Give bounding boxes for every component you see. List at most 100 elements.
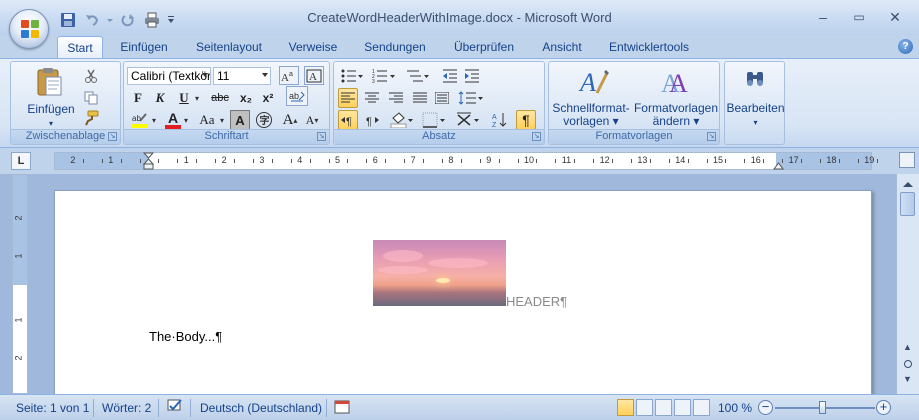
justify-icon[interactable] (410, 88, 430, 108)
shrink-font-button[interactable]: A ▾ (302, 110, 322, 130)
group-editing[interactable]: Bearbeiten ▾ (724, 61, 785, 145)
tab-einfuegen[interactable]: Einfügen (113, 36, 175, 58)
next-page-icon[interactable]: ▼ (903, 374, 912, 384)
bold-button[interactable]: F (128, 88, 148, 108)
font-color-button[interactable]: A (162, 110, 184, 130)
select-browse-object-icon[interactable] (904, 360, 912, 368)
show-formatting-button[interactable]: ¶ (516, 110, 536, 130)
clipboard-launcher-icon[interactable]: ↘ (108, 132, 117, 141)
underline-dropdown-icon[interactable]: ▾ (192, 88, 202, 108)
document-page[interactable]: HEADER¶ The·Body...¶ (54, 190, 872, 394)
zoom-slider-thumb[interactable] (819, 401, 826, 414)
italic-button[interactable]: K (150, 88, 170, 108)
underline-button[interactable]: U (174, 88, 194, 108)
increase-indent-icon[interactable] (462, 66, 482, 86)
subscript-button[interactable]: x₂ (236, 88, 256, 108)
editing-button[interactable]: Bearbeiten ▾ (725, 102, 786, 129)
web-layout-icon[interactable] (655, 399, 672, 416)
office-button[interactable] (9, 9, 49, 49)
shading-icon[interactable] (388, 110, 416, 130)
character-shading-icon[interactable]: A (230, 110, 250, 130)
strikethrough-button[interactable]: abc (208, 88, 232, 108)
vertical-ruler[interactable]: 2 1 1 2 (12, 174, 28, 394)
line-spacing-icon[interactable] (456, 88, 486, 108)
draft-view-icon[interactable] (693, 399, 710, 416)
borders-icon[interactable] (420, 110, 448, 130)
ruler-tick (404, 159, 406, 163)
horizontal-ruler[interactable]: 2 1 1 2 3 4 5 6 7 8 9 10 11 12 13 14 15 16 17 18 19 (54, 152, 878, 171)
grow-font-button[interactable]: A ▴ (280, 110, 300, 130)
word-count[interactable]: Wörter: 2 (102, 401, 151, 415)
tab-sendungen[interactable]: Sendungen (358, 36, 432, 58)
outline-view-icon[interactable] (674, 399, 691, 416)
tab-ansicht[interactable]: Ansicht (536, 36, 588, 58)
superscript-button[interactable]: x² (258, 88, 278, 108)
zoom-out-button[interactable]: − (758, 400, 773, 415)
view-ruler-icon[interactable] (899, 152, 915, 168)
align-right-icon[interactable] (386, 88, 406, 108)
font-size-combo[interactable]: 11 (213, 67, 271, 85)
proofing-icon[interactable] (166, 398, 184, 417)
scrollbar-thumb[interactable] (900, 192, 915, 216)
rtl-paragraph-icon[interactable]: ¶ (362, 110, 382, 130)
asian-layout-icon[interactable] (454, 110, 484, 130)
paragraph-launcher-icon[interactable]: ↘ (532, 132, 541, 141)
full-screen-reading-icon[interactable] (636, 399, 653, 416)
copy-icon[interactable] (81, 88, 101, 108)
binoculars-icon[interactable] (744, 68, 766, 90)
vertical-scrollbar[interactable]: ▲ ▼ (896, 174, 919, 394)
bullets-icon[interactable] (338, 66, 366, 86)
page-count[interactable]: Seite: 1 von 1 (16, 401, 89, 415)
language-status[interactable]: Deutsch (Deutschland) (200, 401, 322, 415)
format-painter-icon[interactable] (81, 108, 101, 128)
help-icon[interactable]: ? (898, 39, 913, 54)
clear-formatting-icon[interactable]: A (304, 66, 324, 85)
enclose-characters-icon[interactable]: 字 (254, 110, 274, 130)
tab-selector-button[interactable]: L (11, 152, 31, 170)
quick-styles-button[interactable]: Schnellformat-vorlagen ▾ (550, 102, 632, 128)
scroll-up-icon[interactable] (903, 182, 913, 187)
highlight-dropdown-icon[interactable]: ▾ (150, 110, 158, 130)
tab-seitenlayout[interactable]: Seitenlayout (190, 36, 268, 58)
font-color-dropdown-icon[interactable]: ▾ (182, 110, 190, 130)
change-styles-icon[interactable]: AA (659, 65, 693, 99)
font-name-combo[interactable]: Calibri (Textkörper) (127, 67, 211, 85)
align-left-icon[interactable] (338, 88, 358, 108)
highlight-color-icon[interactable]: ab (128, 110, 152, 130)
minimize-button[interactable]: – (807, 6, 839, 28)
distributed-icon[interactable] (432, 88, 452, 108)
paste-button[interactable]: Einfügen ▾ (25, 103, 77, 130)
tab-start[interactable]: Start (57, 36, 103, 58)
header-image[interactable] (373, 240, 506, 306)
macro-record-icon[interactable] (334, 399, 350, 418)
change-case-button[interactable]: Aa (194, 110, 220, 130)
zoom-in-button[interactable]: + (876, 400, 891, 415)
body-text[interactable]: The·Body...¶ (149, 329, 222, 344)
print-layout-icon[interactable] (617, 399, 634, 416)
styles-launcher-icon[interactable]: ↘ (707, 132, 716, 141)
change-case-dropdown-icon[interactable]: ▾ (218, 110, 226, 130)
multilevel-list-icon[interactable] (404, 66, 432, 86)
change-styles-button[interactable]: Formatvorlagen ändern ▾ (633, 102, 719, 128)
paste-icon[interactable] (33, 66, 65, 98)
sort-icon[interactable]: AZ (490, 110, 510, 130)
decrease-indent-icon[interactable] (440, 66, 460, 86)
prev-page-icon[interactable]: ▲ (903, 342, 912, 352)
header-text[interactable]: HEADER¶ (506, 294, 567, 309)
ltr-paragraph-icon[interactable]: ¶ (338, 110, 358, 130)
tab-entwicklertools[interactable]: Entwicklertools (603, 36, 695, 58)
change-case-icon[interactable]: ab (286, 86, 308, 106)
font-launcher-icon[interactable]: ↘ (317, 132, 326, 141)
ruler-tick (763, 159, 765, 163)
cut-icon[interactable] (81, 66, 101, 86)
tab-verweise[interactable]: Verweise (283, 36, 343, 58)
align-center-icon[interactable] (362, 88, 382, 108)
tab-ueberpruefen[interactable]: Überprüfen (447, 36, 521, 58)
close-button[interactable]: ✕ (879, 6, 911, 28)
maximize-button[interactable]: ▭ (843, 6, 875, 28)
quick-styles-icon[interactable]: A (577, 65, 611, 99)
left-indent-marker[interactable] (143, 152, 154, 171)
grow-font-icon[interactable]: Aa (279, 66, 299, 85)
numbering-icon[interactable]: 123 (370, 66, 398, 86)
zoom-level[interactable]: 100 % (718, 401, 752, 415)
